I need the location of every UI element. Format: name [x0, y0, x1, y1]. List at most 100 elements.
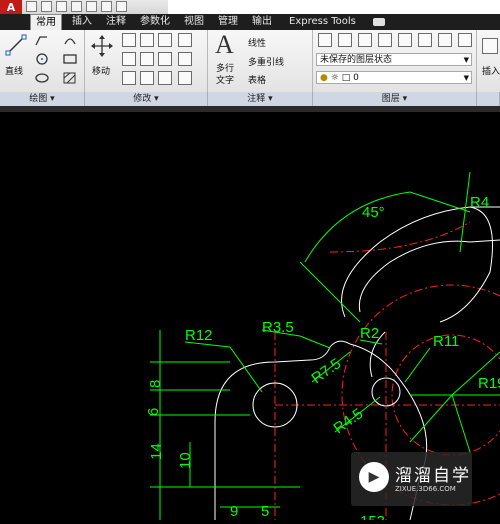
chevron-down-icon: ▼: [463, 56, 469, 64]
new-icon[interactable]: [26, 1, 37, 12]
chevron-down-icon: ▼: [463, 74, 469, 82]
open-icon[interactable]: [41, 1, 52, 12]
layer-off-icon[interactable]: [418, 33, 432, 47]
dim-ext: [299, 261, 361, 323]
linear-dim-label[interactable]: 线性: [248, 36, 266, 49]
tab-parametric[interactable]: 参数化: [140, 14, 170, 30]
stretch-icon[interactable]: [178, 52, 192, 66]
lightbulb-icon: ●: [320, 73, 328, 83]
tab-manage[interactable]: 管理: [218, 14, 238, 30]
erase-icon[interactable]: [158, 33, 172, 47]
tab-view[interactable]: 视图: [184, 14, 204, 30]
dim-text: R19: [478, 375, 500, 392]
tab-express-tools[interactable]: Express Tools: [289, 14, 356, 30]
watermark-subtitle: ZIXUE.3D66.COM: [395, 485, 456, 493]
dim-text: R4: [470, 194, 489, 211]
ribbon-tabs: 常用 插入 注释 参数化 视图 管理 输出 Express Tools: [0, 14, 500, 30]
dim-r35-leader: [299, 335, 331, 349]
scale-icon[interactable]: [122, 71, 136, 85]
dim-text: 153: [360, 513, 385, 520]
dim-text: R11: [433, 333, 459, 350]
slot-outer: [341, 206, 500, 318]
dim-text: 6: [145, 408, 162, 416]
layer-state-icon[interactable]: [338, 33, 352, 47]
mtext-label-2[interactable]: 文字: [216, 73, 234, 86]
tab-insert[interactable]: 插入: [72, 14, 92, 30]
layer-walk-icon[interactable]: [458, 33, 472, 47]
dim-text: R2: [360, 325, 379, 342]
dim-leader: [451, 394, 471, 453]
polyline-icon[interactable]: [34, 33, 50, 47]
circle-icon[interactable]: [34, 52, 50, 66]
dim-text: 9: [230, 503, 238, 520]
layer-combo[interactable]: ● ☼ □ 0 ▼: [316, 71, 472, 84]
title-bar: [168, 0, 500, 14]
offset-icon[interactable]: [158, 71, 172, 85]
table-label[interactable]: 表格: [248, 73, 266, 86]
minimize-ribbon-icon[interactable]: [373, 18, 385, 26]
more-panel-title[interactable]: [477, 92, 500, 106]
hatch-icon[interactable]: [62, 71, 78, 85]
ribbon-panel: 直线 移动 A 多行 文字 线性 多重引线 表格 未保存的图层状态 ▼ ● ☼ …: [0, 30, 500, 92]
panel-footers: 绘图 ▾ 修改 ▾ 注释 ▾ 图层 ▾: [0, 92, 500, 106]
layer-isolate-icon[interactable]: [358, 33, 372, 47]
multiline-text-icon[interactable]: A: [215, 30, 234, 60]
dim-text: 5: [261, 503, 269, 520]
chamfer-icon[interactable]: [178, 71, 192, 85]
rotate-icon[interactable]: [122, 33, 136, 47]
slot-inner: [358, 239, 500, 313]
layer-freeze-icon[interactable]: [398, 33, 412, 47]
tab-home[interactable]: 常用: [30, 14, 62, 30]
mleader-label[interactable]: 多重引线: [248, 55, 284, 68]
watermark: ▶ 溜溜自学 ZIXUE.3D66.COM: [351, 452, 472, 506]
insert-block-icon[interactable]: [482, 38, 498, 54]
layer-match-icon[interactable]: [438, 33, 452, 47]
dropdown-icon[interactable]: [116, 1, 127, 12]
layers-panel-title[interactable]: 图层 ▾: [313, 92, 477, 106]
panel-separator: [476, 30, 477, 92]
layer-value: 0: [353, 73, 359, 83]
line-icon[interactable]: [5, 34, 27, 56]
quick-access-toolbar: A: [0, 0, 500, 14]
qat-icons: [26, 1, 127, 12]
rectangle-icon[interactable]: [62, 52, 78, 66]
insert-label[interactable]: 插入: [482, 64, 500, 77]
tab-output[interactable]: 输出: [252, 14, 272, 30]
autocad-logo[interactable]: A: [0, 0, 22, 14]
dim-text: 14: [148, 443, 165, 460]
dim-ext: [409, 191, 471, 213]
modify-panel-title[interactable]: 修改 ▾: [85, 92, 208, 106]
undo-icon[interactable]: [71, 1, 82, 12]
move-icon[interactable]: [90, 34, 114, 58]
dim-text: 45°: [362, 204, 385, 221]
mirror-icon[interactable]: [122, 52, 136, 66]
slot-centerline: [329, 221, 471, 253]
array-icon[interactable]: [140, 71, 154, 85]
copy-icon[interactable]: [178, 33, 192, 47]
draw-panel-title[interactable]: 绘图 ▾: [0, 92, 85, 106]
line-label[interactable]: 直线: [5, 64, 23, 77]
ellipse-icon[interactable]: [34, 71, 50, 85]
layer-unisolate-icon[interactable]: [378, 33, 392, 47]
move-label[interactable]: 移动: [92, 64, 110, 77]
fillet-icon[interactable]: [140, 52, 154, 66]
layer-state-value: 未保存的图层状态: [320, 55, 393, 65]
layer-properties-icon[interactable]: [318, 33, 332, 47]
layer-state-combo[interactable]: 未保存的图层状态 ▼: [316, 53, 472, 66]
plot-icon[interactable]: [101, 1, 112, 12]
save-icon[interactable]: [56, 1, 67, 12]
dim-r12-leader: [229, 346, 263, 393]
tab-annotate[interactable]: 注释: [106, 14, 126, 30]
panel-separator: [207, 30, 208, 92]
panel-separator: [84, 30, 85, 92]
explode-icon[interactable]: [158, 52, 172, 66]
redo-icon[interactable]: [86, 1, 97, 12]
annotation-panel-title[interactable]: 注释 ▾: [208, 92, 313, 106]
dim-text: 10: [177, 452, 194, 469]
dim-text: R3.5: [262, 319, 294, 336]
panel-separator: [312, 30, 313, 92]
trim-icon[interactable]: [140, 33, 154, 47]
sun-icon: ☼: [330, 73, 339, 83]
app-logo-letter: A: [6, 0, 16, 14]
arc-icon[interactable]: [62, 33, 78, 47]
